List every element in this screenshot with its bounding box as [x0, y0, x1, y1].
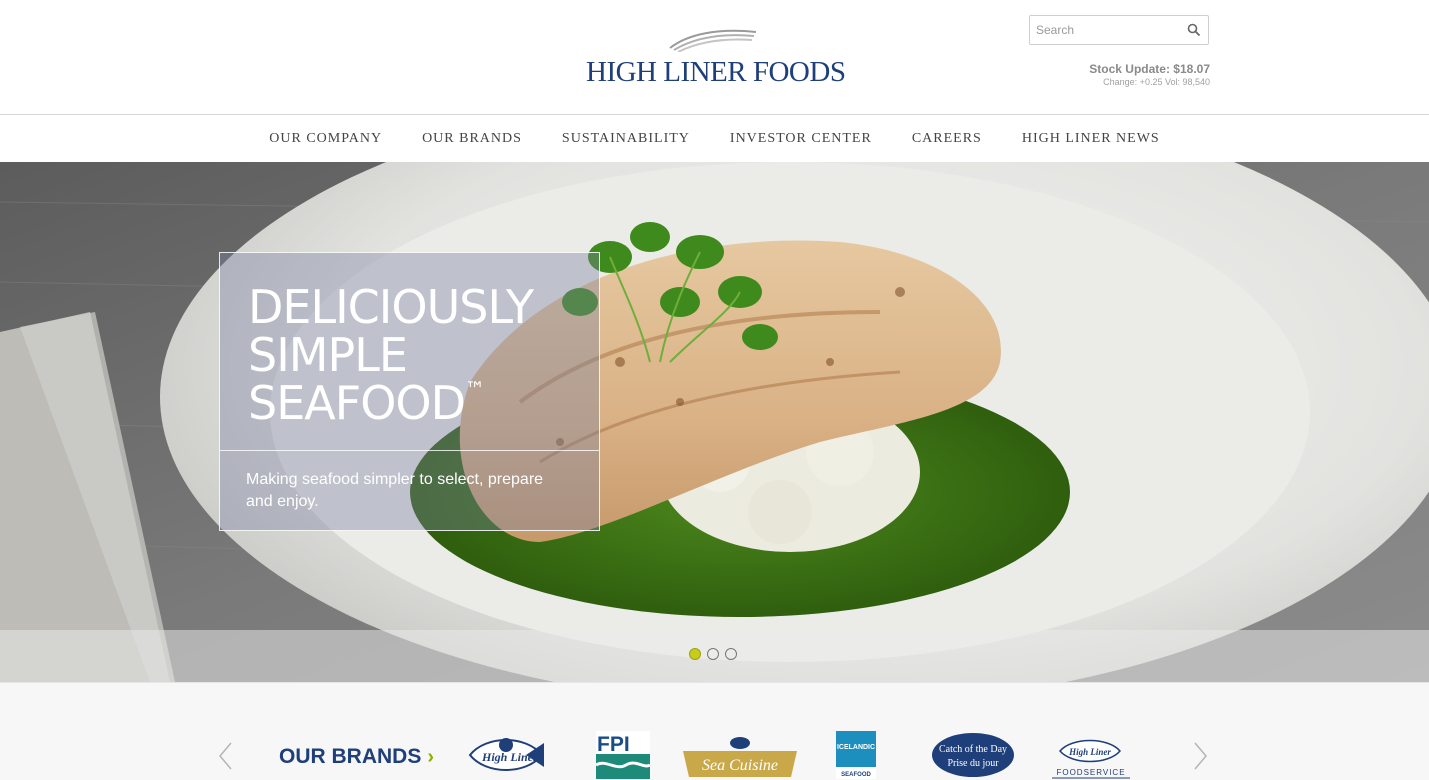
carousel-dot-2[interactable]: [707, 648, 719, 660]
carousel-dots: [689, 648, 737, 660]
stock-update-text: Stock Update: $18.07: [1089, 62, 1210, 76]
our-brands-heading-text: OUR BRANDS: [279, 745, 422, 768]
hero-title-line-3: SEAFOOD: [248, 376, 466, 430]
brand-logo-high-liner[interactable]: High Liner: [466, 731, 546, 779]
site-header: HIGH LINER FOODS Stock Update: $18.07 Ch…: [0, 0, 1429, 115]
brands-prev-arrow-icon[interactable]: [216, 741, 236, 771]
hero-food-image: [0, 162, 1429, 682]
hero-title: DELICIOUSLY SIMPLE SEAFOOD™: [248, 280, 534, 430]
hero-caption-box: DELICIOUSLY SIMPLE SEAFOOD™ Making seafo…: [219, 252, 600, 531]
carousel-dot-1[interactable]: [689, 648, 701, 660]
brand-label-high-liner: High Liner: [481, 750, 538, 764]
logo-text: HIGH LINER FOODS: [586, 56, 846, 88]
nav-item-investor-center[interactable]: INVESTOR CENTER: [710, 131, 892, 147]
brand-logo-icelandic-seafood[interactable]: ICELANDIC SEAFOOD: [836, 731, 876, 779]
hero-carousel[interactable]: DELICIOUSLY SIMPLE SEAFOOD™ Making seafo…: [0, 162, 1429, 682]
brand-logo-sea-cuisine[interactable]: Sea Cuisine: [681, 731, 799, 779]
nav-item-careers[interactable]: CAREERS: [892, 131, 1002, 147]
chevron-right-icon: ›: [427, 746, 435, 768]
nav-item-our-company[interactable]: OUR COMPANY: [249, 131, 402, 147]
nav-item-our-brands[interactable]: OUR BRANDS: [402, 131, 542, 147]
brand-logo-fpi[interactable]: FPI: [596, 731, 650, 779]
hero-divider: [220, 450, 599, 451]
brand-label-prise-du-jour: Prise du jour: [947, 758, 999, 769]
our-brands-heading[interactable]: OUR BRANDS ›: [279, 745, 434, 769]
hero-title-line-2: SIMPLE: [248, 328, 408, 382]
brands-section: OUR BRANDS › High Liner FPI Sea Cuisine I…: [0, 682, 1429, 780]
brand-label-seafood: SEAFOOD: [841, 772, 871, 778]
nav-item-high-liner-news[interactable]: HIGH LINER NEWS: [1002, 131, 1180, 147]
search-icon[interactable]: [1186, 22, 1202, 38]
main-navigation: OUR COMPANY OUR BRANDS SUSTAINABILITY IN…: [0, 115, 1429, 162]
hero-title-line-1: DELICIOUSLY: [248, 280, 534, 334]
carousel-dot-3[interactable]: [725, 648, 737, 660]
brands-next-arrow-icon[interactable]: [1190, 741, 1210, 771]
high-liner-foods-logo[interactable]: HIGH LINER FOODS: [586, 26, 846, 90]
hero-subtitle: Making seafood simpler to select, prepar…: [246, 471, 544, 510]
search-box: [1029, 15, 1209, 45]
brand-label-high-liner-fs: High Liner: [1068, 747, 1111, 757]
brand-label-catch-of-the-day: Catch of the Day: [939, 744, 1007, 755]
brand-label-foodservice: FOODSERVICE: [1056, 768, 1125, 777]
stock-change-text: Change: +0.25 Vol: 98,540: [1103, 77, 1210, 87]
stock-ticker: Stock Update: $18.07 Change: +0.25 Vol: …: [1089, 62, 1210, 87]
brand-logo-catch-of-the-day[interactable]: Catch of the Day Prise du jour: [930, 731, 1016, 779]
brand-label-fpi: FPI: [597, 733, 630, 756]
trademark-symbol: ™: [465, 377, 485, 401]
brand-label-icelandic: ICELANDIC: [837, 744, 875, 751]
brand-label-sea-cuisine: Sea Cuisine: [702, 757, 778, 774]
nav-item-sustainability[interactable]: SUSTAINABILITY: [542, 131, 710, 147]
search-input[interactable]: [1030, 16, 1180, 44]
brand-logo-high-liner-foodservice[interactable]: High Liner FOODSERVICE: [1050, 731, 1132, 779]
logo-swoosh-icon: [669, 29, 757, 52]
